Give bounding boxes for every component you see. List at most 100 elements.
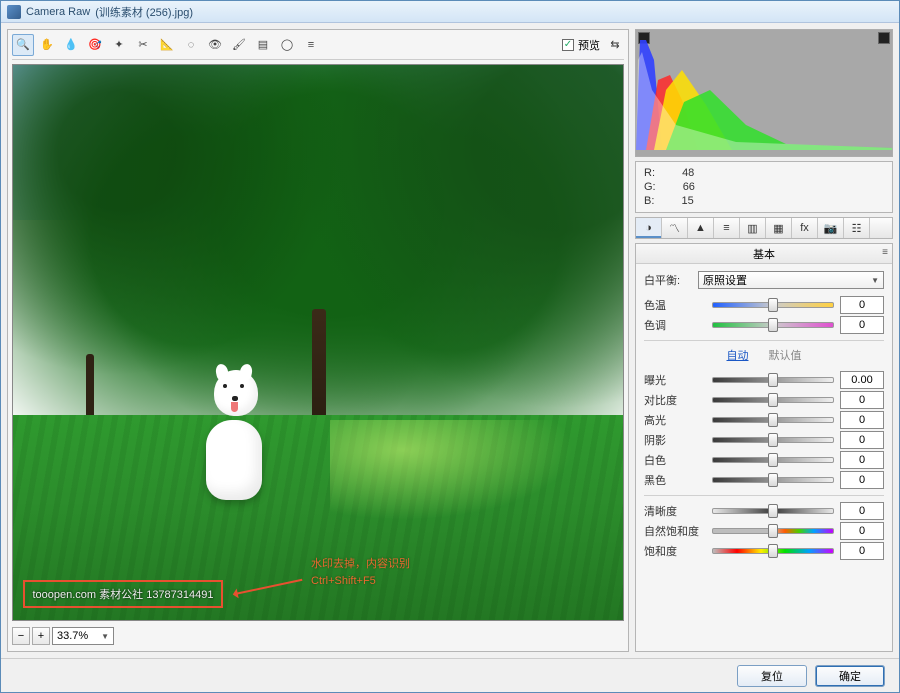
titlebar: Camera Raw (训练素材 (256).jpg) xyxy=(1,1,899,23)
tint-label: 色调 xyxy=(644,317,706,333)
panel-title-bar: 基本 ≡ xyxy=(636,244,892,264)
highlights-label: 高光 xyxy=(644,412,706,428)
clarity-input[interactable]: 0 xyxy=(840,502,884,520)
prefs-tool[interactable]: ≡ xyxy=(300,34,322,56)
split-tab[interactable]: ▥ xyxy=(740,218,766,238)
content: 🔍✋💧🎯✦✂📐◌👁🖌▤◯≡ ✓ 预览 ⇆ xyxy=(1,23,899,658)
chevron-down-icon: ▼ xyxy=(871,276,879,285)
exposure-slider[interactable] xyxy=(712,372,834,388)
watermark-box: tooopen.com 素材公社 13787314491 xyxy=(23,580,223,608)
detail-tab[interactable]: ▲ xyxy=(688,218,714,238)
blacks-label: 黑色 xyxy=(644,472,706,488)
ok-button[interactable]: 确定 xyxy=(815,665,885,687)
dog-subject xyxy=(190,370,280,500)
zoom-in-button[interactable]: + xyxy=(32,627,50,645)
radial-filter-tool[interactable]: ◯ xyxy=(276,34,298,56)
panel-body: 白平衡: 原照设置 ▼ 色温 0 色调 0 xyxy=(636,264,892,566)
color-sampler-tool[interactable]: 🎯 xyxy=(84,34,106,56)
preview-checkbox[interactable]: ✓ 预览 xyxy=(562,37,600,53)
shadows-slider[interactable] xyxy=(712,432,834,448)
app-icon xyxy=(7,5,21,19)
adjustment-brush-tool[interactable]: 🖌 xyxy=(228,34,250,56)
curve-tab[interactable]: 〽 xyxy=(662,218,688,238)
red-eye-tool[interactable]: 👁 xyxy=(204,34,226,56)
tint-row: 色调 0 xyxy=(644,316,884,334)
exposure-label: 曝光 xyxy=(644,372,706,388)
target-adjustment-tool[interactable]: ✦ xyxy=(108,34,130,56)
tint-input[interactable]: 0 xyxy=(840,316,884,334)
zoom-select[interactable]: 33.7% ▼ xyxy=(52,627,114,645)
straighten-tool[interactable]: 📐 xyxy=(156,34,178,56)
zoom-out-button[interactable]: − xyxy=(12,627,30,645)
footer: 复位 确定 xyxy=(1,658,899,692)
panel-tabs: ◑〽▲≡▥▦fx📷☷ xyxy=(635,217,893,239)
histogram[interactable] xyxy=(635,29,893,157)
vibrance-slider[interactable] xyxy=(712,523,834,539)
graduated-filter-tool[interactable]: ▤ xyxy=(252,34,274,56)
whites-slider[interactable] xyxy=(712,452,834,468)
saturation-row: 饱和度 0 xyxy=(644,542,884,560)
panel-menu-icon[interactable]: ≡ xyxy=(882,247,888,258)
highlights-slider[interactable] xyxy=(712,412,834,428)
preview-label: 预览 xyxy=(578,37,600,53)
contrast-input[interactable]: 0 xyxy=(840,391,884,409)
chevron-down-icon: ▼ xyxy=(101,632,109,641)
shadows-row: 阴影 0 xyxy=(644,431,884,449)
auto-link[interactable]: 自动 xyxy=(727,347,749,363)
blacks-row: 黑色 0 xyxy=(644,471,884,489)
clarity-slider[interactable] xyxy=(712,503,834,519)
file-name: (训练素材 (256).jpg) xyxy=(95,4,193,20)
exposure-row: 曝光 0.00 xyxy=(644,371,884,389)
vibrance-row: 自然饱和度 0 xyxy=(644,522,884,540)
crop-tool[interactable]: ✂ xyxy=(132,34,154,56)
default-link[interactable]: 默认值 xyxy=(769,347,802,363)
image-canvas[interactable]: tooopen.com 素材公社 13787314491 水印去掉，内容识别 C… xyxy=(12,64,624,621)
presets-tab[interactable]: ☷ xyxy=(844,218,870,238)
temperature-input[interactable]: 0 xyxy=(840,296,884,314)
blacks-input[interactable]: 0 xyxy=(840,471,884,489)
whites-row: 白色 0 xyxy=(644,451,884,469)
saturation-slider[interactable] xyxy=(712,543,834,559)
whites-label: 白色 xyxy=(644,452,706,468)
zoom-value: 33.7% xyxy=(57,630,88,642)
histogram-graph xyxy=(636,30,892,150)
photo-placeholder: tooopen.com 素材公社 13787314491 水印去掉，内容识别 C… xyxy=(13,65,623,620)
basic-panel: 基本 ≡ 白平衡: 原照设置 ▼ 色温 0 xyxy=(635,243,893,652)
panel-title: 基本 xyxy=(753,246,775,262)
zoom-tool[interactable]: 🔍 xyxy=(12,34,34,56)
camera-tab[interactable]: 📷 xyxy=(818,218,844,238)
temperature-slider[interactable] xyxy=(712,297,834,313)
right-pane: ▴ R: 48 G: 66 B: 15 ◑〽▲≡▥▦fx📷☷ xyxy=(635,29,893,652)
vibrance-label: 自然饱和度 xyxy=(644,523,706,539)
hand-tool[interactable]: ✋ xyxy=(36,34,58,56)
vibrance-input[interactable]: 0 xyxy=(840,522,884,540)
reset-button[interactable]: 复位 xyxy=(737,665,807,687)
saturation-input[interactable]: 0 xyxy=(840,542,884,560)
left-pane: 🔍✋💧🎯✦✂📐◌👁🖌▤◯≡ ✓ 预览 ⇆ xyxy=(7,29,629,652)
basic-tab[interactable]: ◑ xyxy=(636,218,662,238)
highlights-input[interactable]: 0 xyxy=(840,411,884,429)
white-balance-select[interactable]: 原照设置 ▼ xyxy=(698,271,884,289)
tint-slider[interactable] xyxy=(712,317,834,333)
toggle-panels-button[interactable]: ⇆ xyxy=(606,34,624,56)
contrast-label: 对比度 xyxy=(644,392,706,408)
annotation-text: 水印去掉，内容识别 Ctrl+Shift+F5 xyxy=(311,556,410,590)
contrast-slider[interactable] xyxy=(712,392,834,408)
highlights-row: 高光 0 xyxy=(644,411,884,429)
temperature-label: 色温 xyxy=(644,297,706,313)
exposure-input[interactable]: 0.00 xyxy=(840,371,884,389)
spot-removal-tool[interactable]: ◌ xyxy=(180,34,202,56)
contrast-row: 对比度 0 xyxy=(644,391,884,409)
camera-raw-window: Camera Raw (训练素材 (256).jpg) 🔍✋💧🎯✦✂📐◌👁🖌▤◯… xyxy=(0,0,900,693)
white-balance-tool[interactable]: 💧 xyxy=(60,34,82,56)
whites-input[interactable]: 0 xyxy=(840,451,884,469)
fx-tab[interactable]: fx xyxy=(792,218,818,238)
lens-tab[interactable]: ▦ xyxy=(766,218,792,238)
blacks-slider[interactable] xyxy=(712,472,834,488)
white-balance-label: 白平衡: xyxy=(644,272,692,288)
checkbox-icon: ✓ xyxy=(562,39,574,51)
shadows-input[interactable]: 0 xyxy=(840,431,884,449)
hsl-tab[interactable]: ≡ xyxy=(714,218,740,238)
zoom-bar: − + 33.7% ▼ xyxy=(12,625,624,647)
temperature-row: 色温 0 xyxy=(644,296,884,314)
